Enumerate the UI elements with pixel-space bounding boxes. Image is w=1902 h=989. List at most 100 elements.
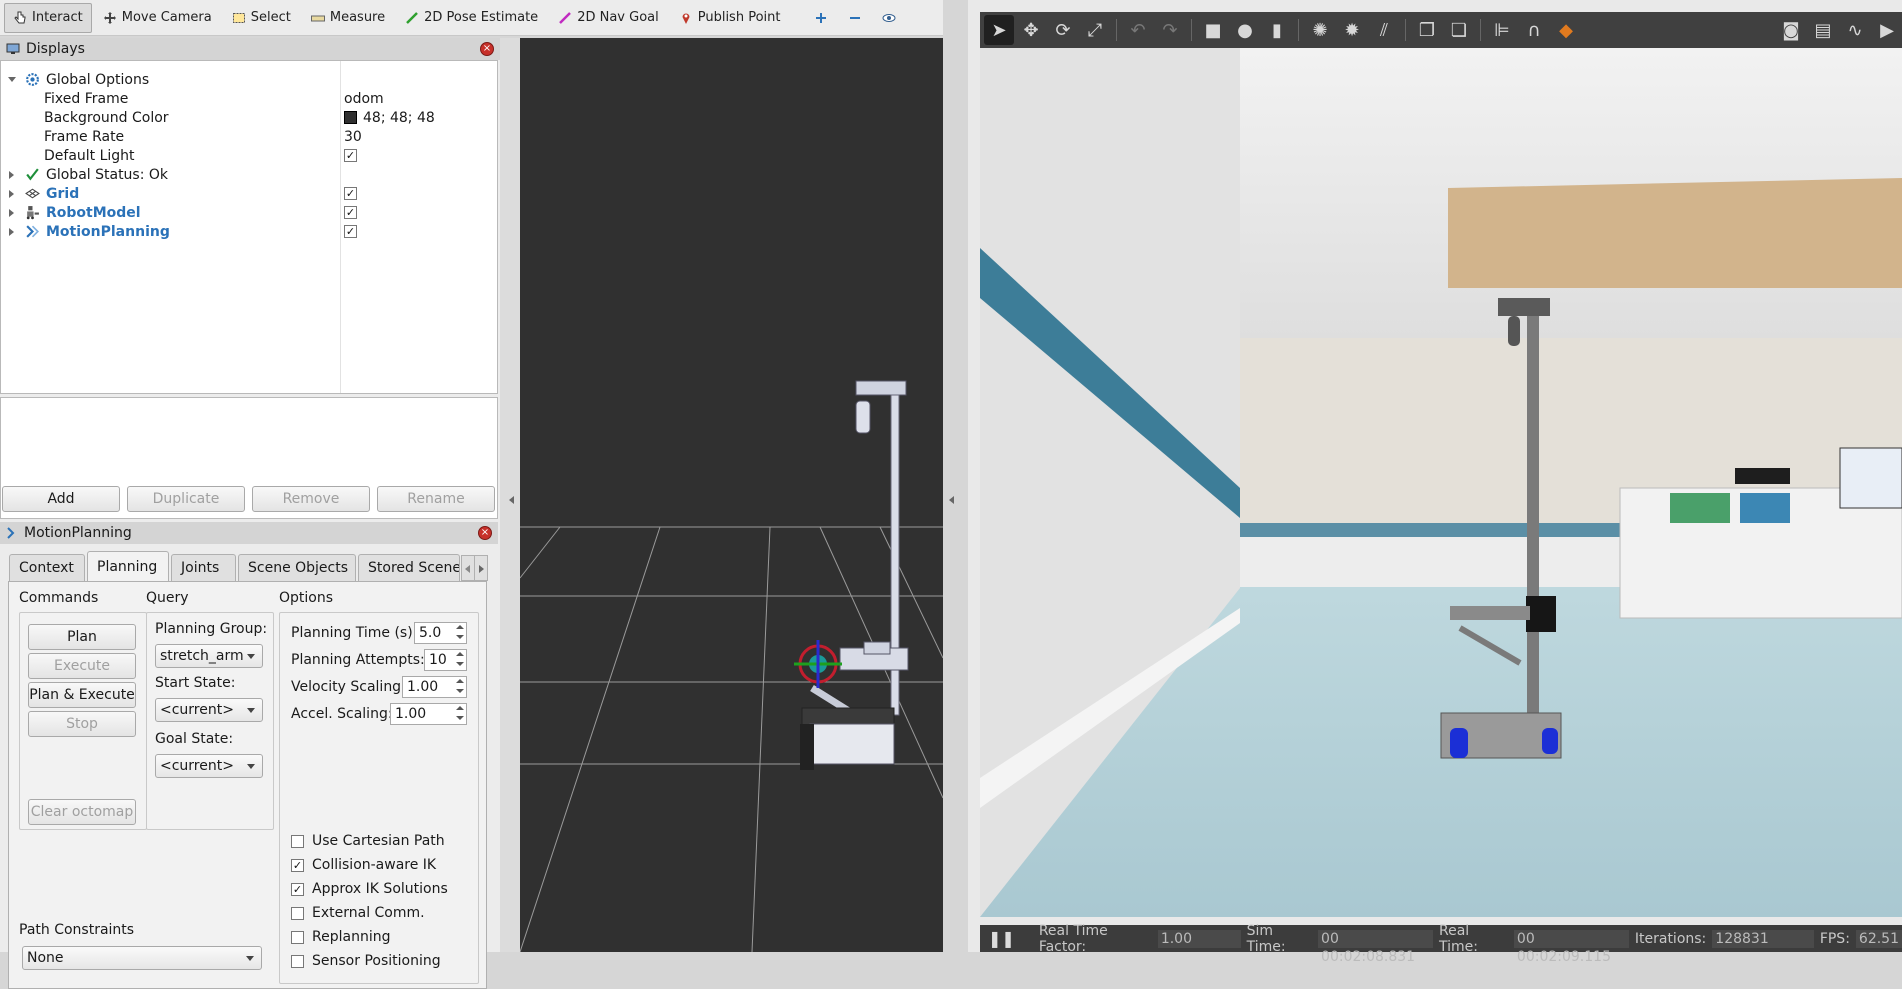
add-tool-button[interactable] bbox=[805, 3, 837, 33]
video-icon[interactable]: ▶ bbox=[1872, 15, 1902, 45]
align-icon[interactable]: ⊫ bbox=[1487, 15, 1517, 45]
tab-planning[interactable]: Planning bbox=[87, 551, 169, 582]
goal-state-select[interactable]: <current> bbox=[155, 754, 263, 778]
translate-mode-icon[interactable]: ✥ bbox=[1016, 15, 1046, 45]
tab-scene-objects[interactable]: Scene Objects bbox=[238, 554, 356, 582]
stop-button[interactable]: Stop bbox=[28, 711, 136, 737]
box-shape-icon[interactable]: ■ bbox=[1198, 15, 1228, 45]
replanning-option[interactable]: Replanning bbox=[291, 929, 390, 945]
window-splitter[interactable] bbox=[943, 0, 968, 952]
cylinder-shape-icon[interactable]: ▮ bbox=[1262, 15, 1292, 45]
use-cartesian-path-checkbox[interactable] bbox=[291, 834, 304, 848]
sphere-shape-icon[interactable]: ● bbox=[1230, 15, 1260, 45]
expand-arrow-icon[interactable] bbox=[9, 190, 14, 198]
tree-row-background-color[interactable]: Background Color 48; 48; 48 bbox=[1, 108, 497, 127]
screenshot-icon[interactable]: ◙ bbox=[1776, 15, 1806, 45]
paste-icon[interactable]: ❏ bbox=[1444, 15, 1474, 45]
spin-arrows-icon[interactable] bbox=[455, 651, 465, 669]
tool-measure[interactable]: Measure bbox=[302, 3, 394, 33]
tree-row-global-status[interactable]: Global Status: Ok bbox=[1, 165, 497, 184]
tool-interact[interactable]: Interact bbox=[4, 2, 92, 33]
redo-icon[interactable]: ↷ bbox=[1155, 15, 1185, 45]
tool-2d-nav-goal[interactable]: 2D Nav Goal bbox=[549, 3, 668, 33]
close-icon[interactable]: × bbox=[480, 42, 494, 56]
sensor-positioning-checkbox[interactable] bbox=[291, 954, 304, 968]
spin-arrows-icon[interactable] bbox=[455, 705, 465, 723]
point-light-icon[interactable]: ✺ bbox=[1305, 15, 1335, 45]
directional-light-icon[interactable]: ⫽ bbox=[1369, 15, 1399, 45]
execute-button[interactable]: Execute bbox=[28, 653, 136, 679]
external-comm-option[interactable]: External Comm. bbox=[291, 905, 425, 921]
remove-button[interactable]: Remove bbox=[252, 486, 370, 512]
robotmodel-checkbox[interactable]: ✓ bbox=[344, 206, 357, 219]
frame-rate-value[interactable]: 30 bbox=[344, 129, 362, 145]
background-color-value[interactable]: 48; 48; 48 bbox=[344, 110, 435, 126]
snap-icon[interactable]: ∩ bbox=[1519, 15, 1549, 45]
close-icon[interactable]: × bbox=[478, 526, 492, 540]
tree-row-grid[interactable]: Grid ✓ bbox=[1, 184, 497, 203]
tool-publish-point[interactable]: Publish Point bbox=[670, 3, 790, 33]
spin-arrows-icon[interactable] bbox=[455, 624, 465, 642]
tree-row-motionplanning[interactable]: MotionPlanning ✓ bbox=[1, 222, 497, 241]
motionplanning-checkbox[interactable]: ✓ bbox=[344, 225, 357, 238]
spin-arrows-icon[interactable] bbox=[455, 678, 465, 696]
plan-button[interactable]: Plan bbox=[28, 624, 136, 650]
tab-context[interactable]: Context bbox=[9, 554, 85, 582]
tree-row-robotmodel[interactable]: RobotModel ✓ bbox=[1, 203, 497, 222]
grid-checkbox[interactable]: ✓ bbox=[344, 187, 357, 200]
log-icon[interactable]: ▤ bbox=[1808, 15, 1838, 45]
use-cartesian-path-option[interactable]: Use Cartesian Path bbox=[291, 833, 445, 849]
gazebo-3d-scene[interactable] bbox=[980, 48, 1902, 917]
tab-scroll-left-button[interactable] bbox=[461, 555, 475, 581]
collapse-left-icon[interactable] bbox=[509, 496, 514, 504]
rviz-3d-view[interactable] bbox=[520, 38, 943, 952]
tool-2d-pose-estimate[interactable]: 2D Pose Estimate bbox=[396, 3, 547, 33]
expand-arrow-icon[interactable] bbox=[8, 77, 16, 82]
default-light-checkbox[interactable]: ✓ bbox=[344, 149, 357, 162]
tree-row-fixed-frame[interactable]: Fixed Frame odom bbox=[1, 89, 497, 108]
scale-mode-icon[interactable]: ⤢ bbox=[1080, 15, 1110, 45]
fixed-frame-value[interactable]: odom bbox=[344, 91, 384, 107]
replanning-checkbox[interactable] bbox=[291, 930, 304, 944]
undo-icon[interactable]: ↶ bbox=[1123, 15, 1153, 45]
tab-scroll-right-button[interactable] bbox=[474, 555, 488, 581]
expand-arrow-icon[interactable] bbox=[9, 171, 14, 179]
velocity-scaling-spinbox[interactable]: 1.00 bbox=[402, 676, 467, 698]
tree-row-frame-rate[interactable]: Frame Rate 30 bbox=[1, 127, 497, 146]
collapse-left-icon[interactable] bbox=[949, 496, 954, 504]
view-angle-icon[interactable]: ◆ bbox=[1551, 15, 1581, 45]
planning-time-spinbox[interactable]: 5.0 bbox=[414, 622, 467, 644]
start-state-select[interactable]: <current> bbox=[155, 698, 263, 722]
duplicate-button[interactable]: Duplicate bbox=[127, 486, 245, 512]
tool-select[interactable]: Select bbox=[223, 3, 300, 33]
pause-icon[interactable]: ❚❚ bbox=[988, 929, 1015, 948]
planning-attempts-spinbox[interactable]: 10 bbox=[424, 649, 467, 671]
rename-button[interactable]: Rename bbox=[377, 486, 495, 512]
plan-execute-button[interactable]: Plan & Execute bbox=[28, 682, 136, 708]
tab-joints[interactable]: Joints bbox=[171, 554, 236, 582]
panels-button[interactable] bbox=[873, 3, 905, 33]
collision-aware-ik-checkbox[interactable]: ✓ bbox=[291, 858, 304, 872]
remove-tool-button[interactable] bbox=[839, 3, 871, 33]
tool-move-camera[interactable]: Move Camera bbox=[94, 3, 221, 33]
planning-group-select[interactable]: stretch_arm bbox=[155, 644, 263, 668]
approx-ik-solutions-checkbox[interactable]: ✓ bbox=[291, 882, 304, 896]
expand-arrow-icon[interactable] bbox=[9, 228, 14, 236]
rotate-mode-icon[interactable]: ⟳ bbox=[1048, 15, 1078, 45]
accel-scaling-spinbox[interactable]: 1.00 bbox=[390, 703, 467, 725]
tree-row-global-options[interactable]: Global Options bbox=[1, 70, 497, 89]
path-constraints-select[interactable]: None bbox=[22, 946, 262, 970]
approx-ik-solutions-option[interactable]: ✓ Approx IK Solutions bbox=[291, 881, 448, 897]
plot-icon[interactable]: ∿ bbox=[1840, 15, 1870, 45]
expand-arrow-icon[interactable] bbox=[9, 209, 14, 217]
tab-stored-scenes[interactable]: Stored Scene bbox=[358, 554, 460, 582]
tree-row-default-light[interactable]: Default Light ✓ bbox=[1, 146, 497, 165]
external-comm-checkbox[interactable] bbox=[291, 906, 304, 920]
add-button[interactable]: Add bbox=[2, 486, 120, 512]
copy-icon[interactable]: ❐ bbox=[1412, 15, 1442, 45]
select-mode-icon[interactable]: ➤ bbox=[984, 15, 1014, 45]
spot-light-icon[interactable]: ✹ bbox=[1337, 15, 1367, 45]
sensor-positioning-option[interactable]: Sensor Positioning bbox=[291, 953, 441, 969]
clear-octomap-button[interactable]: Clear octomap bbox=[28, 799, 136, 825]
collision-aware-ik-option[interactable]: ✓ Collision-aware IK bbox=[291, 857, 436, 873]
